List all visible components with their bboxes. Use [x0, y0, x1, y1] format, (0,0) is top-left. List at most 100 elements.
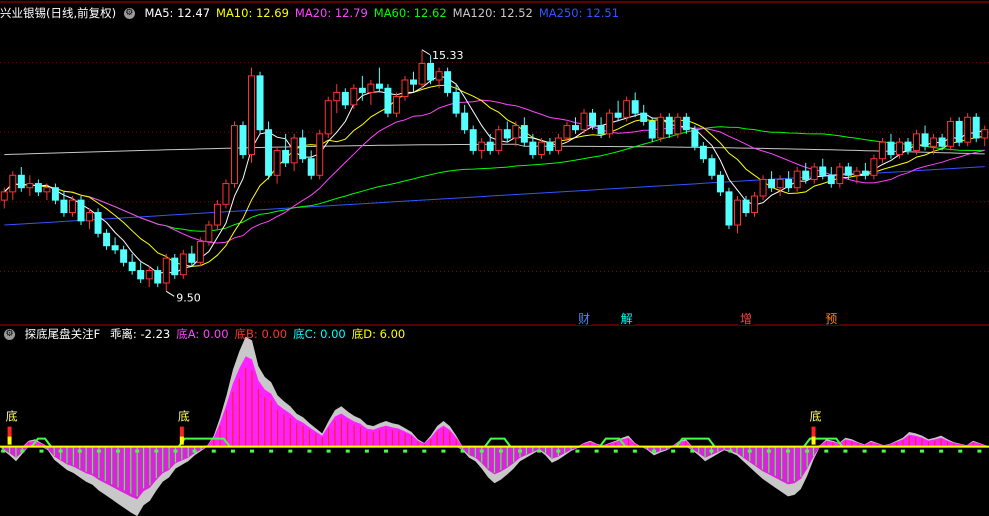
indicator-legend: 乖离: -2.23 底A: 0.00 底B: 0.00 底C: 0.00 底D: 6.0… [110, 327, 411, 341]
base-dot-129 [824, 449, 829, 453]
candle-93 [793, 167, 801, 192]
candle-92 [785, 171, 793, 192]
candle-body-42 [358, 87, 366, 93]
base-dot-117 [747, 449, 752, 453]
candle-64 [546, 138, 554, 155]
candle-body-46 [392, 96, 400, 114]
candle-body-93 [793, 170, 801, 189]
candle-body-77 [657, 116, 665, 139]
base-dot-36 [230, 449, 235, 453]
event-marker-2: 增 [740, 312, 752, 326]
candle-83 [708, 154, 716, 180]
candle-body-107 [913, 133, 921, 151]
base-dot-138 [881, 449, 886, 453]
candle-body-113 [964, 116, 972, 143]
signal-yellow-2 [811, 436, 816, 445]
candle-15 [128, 254, 136, 275]
candle-114 [972, 113, 980, 143]
candle-body-31 [265, 129, 273, 176]
base-dot-102 [652, 449, 657, 453]
base-dot-126 [805, 449, 810, 453]
candle-body-78 [665, 116, 673, 135]
indicator-legend-item-1: 底A: 0.00 [176, 327, 229, 341]
indicator-panel-header: ⚙ 探底尾盘关注F 乖离: -2.23 底A: 0.00 底B: 0.00 底C: 0… [0, 325, 417, 343]
candle-26 [222, 179, 230, 209]
candle-body-81 [691, 129, 699, 147]
candle-body-28 [239, 125, 247, 156]
base-dot-60 [384, 449, 389, 453]
candle-body-64 [546, 141, 554, 151]
candle-42 [358, 75, 366, 101]
candle-56 [478, 138, 486, 159]
candle-body-27 [230, 125, 238, 185]
candle-body-108 [921, 133, 929, 147]
ma-legend-item-0: MA5: 12.47 [144, 6, 211, 20]
candle-body-25 [213, 203, 221, 226]
price-labels: 15.33 9.50 财 解 增 预 [165, 49, 840, 326]
settings-gear-icon[interactable]: ⚙ [123, 8, 135, 19]
ma-legend-item-2: MA20: 12.79 [294, 6, 368, 20]
candle-body-24 [205, 224, 213, 243]
candle-body-32 [273, 149, 281, 176]
candle-65 [554, 133, 562, 155]
indicator-histogram[interactable]: 底底底 [0, 336, 989, 516]
base-dot-114 [728, 449, 733, 453]
candle-body-98 [836, 166, 844, 185]
indicator-gear-icon[interactable]: ⚙ [4, 329, 15, 340]
base-dot-132 [843, 449, 848, 453]
candle-body-65 [554, 137, 562, 151]
candle-86 [734, 196, 741, 234]
candle-body-1 [9, 174, 17, 193]
candle-body-95 [810, 166, 818, 180]
candle-body-49 [418, 62, 426, 85]
candle-2 [17, 167, 25, 192]
upper-grey-area [0, 336, 989, 447]
candle-17 [145, 266, 153, 288]
candle-38 [324, 96, 332, 138]
candlesticks[interactable] [0, 49, 989, 292]
candle-37 [316, 129, 324, 180]
candle-body-20 [171, 257, 179, 276]
candle-body-67 [572, 125, 579, 131]
signal-label-2: 底 [810, 409, 822, 424]
base-dot-24 [154, 449, 159, 453]
low-price-label: 9.50 [176, 291, 201, 304]
candle-4 [34, 179, 42, 196]
candle-body-94 [802, 170, 810, 180]
candle-98 [836, 162, 844, 188]
candle-body-30 [256, 75, 264, 131]
candle-81 [691, 125, 699, 151]
candle-body-33 [282, 149, 290, 164]
candle-103 [878, 138, 886, 163]
event-marker-1: 解 [621, 312, 633, 326]
candle-body-102 [870, 158, 878, 176]
candle-52 [444, 67, 452, 97]
candle-8 [68, 196, 76, 217]
candle-body-90 [768, 178, 776, 189]
candle-body-55 [469, 129, 477, 151]
candle-49 [418, 49, 426, 89]
candle-1 [9, 171, 17, 201]
candle-body-57 [486, 141, 494, 151]
high-pointer [421, 49, 431, 56]
candle-9 [77, 196, 85, 225]
candle-body-9 [77, 199, 85, 222]
candle-71 [606, 109, 614, 138]
candle-body-106 [904, 141, 912, 151]
candle-body-103 [878, 141, 886, 160]
candle-55 [469, 125, 477, 155]
signal-yellow-0 [7, 436, 12, 445]
base-dot-123 [786, 449, 791, 453]
indicator-title: 探底尾盘关注F [24, 327, 101, 341]
candle-31 [265, 121, 273, 180]
candle-48 [410, 71, 417, 93]
candle-body-36 [307, 158, 315, 176]
base-dot-135 [862, 449, 867, 453]
base-dot-21 [135, 449, 140, 453]
stock-chart[interactable]: 15.33 9.50 财 解 增 预 底 底 底 [0, 0, 989, 516]
candle-body-69 [589, 112, 597, 127]
candle-body-87 [742, 199, 750, 214]
candle-body-16 [137, 270, 145, 280]
candle-body-15 [128, 261, 136, 272]
candle-29 [248, 67, 255, 163]
